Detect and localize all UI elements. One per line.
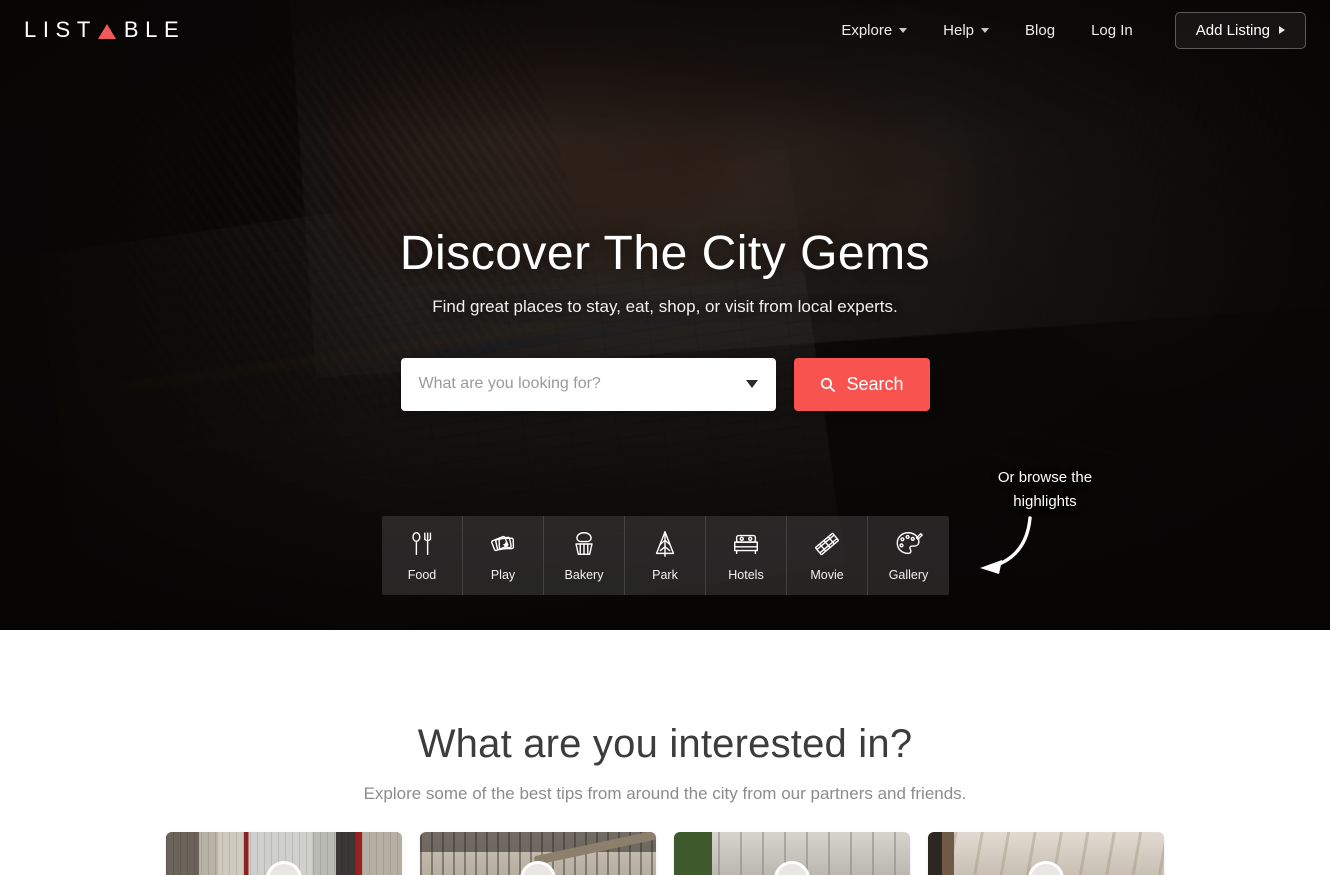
category-tile-park[interactable]: Park: [625, 516, 706, 595]
logo-text-part-2: BLE: [123, 17, 186, 42]
category-label: Gallery: [888, 568, 929, 582]
category-label: Play: [490, 568, 516, 582]
film-strip-icon: [815, 532, 839, 556]
bed-icon: [734, 534, 758, 555]
hero-title: Discover The City Gems: [399, 227, 931, 280]
interest-cards: [166, 832, 1164, 875]
chevron-down-icon: [899, 27, 908, 33]
category-tile-gallery[interactable]: Gallery: [868, 516, 949, 595]
interest-card[interactable]: [928, 832, 1164, 875]
category-tile-hotels[interactable]: Hotels: [706, 516, 787, 595]
add-listing-label: Add Listing: [1195, 21, 1270, 39]
palette-icon: [896, 532, 923, 555]
nav-item-label: Explore: [841, 21, 893, 39]
nav-links: Explore Help Blog Log In Add Listing: [823, 11, 1306, 49]
hero-search-row: What are you looking for? Search: [400, 357, 930, 411]
add-listing-button[interactable]: Add Listing: [1174, 11, 1306, 49]
nav-item-login[interactable]: Log In: [1073, 22, 1151, 39]
curved-arrow-left-icon: [980, 516, 1032, 574]
category-tiles: Food Play Bakery Park Hotels Movie Galle…: [382, 516, 949, 595]
category-tile-play[interactable]: Play: [463, 516, 544, 595]
category-tile-movie[interactable]: Movie: [787, 516, 868, 595]
category-tile-food[interactable]: Food: [382, 516, 463, 595]
category-tile-bakery[interactable]: Bakery: [544, 516, 625, 595]
search-input-placeholder[interactable]: What are you looking for?: [419, 375, 746, 393]
search-icon: [821, 377, 836, 392]
chevron-down-icon[interactable]: [745, 380, 758, 389]
hero-subtitle: Find great places to stay, eat, shop, or…: [432, 296, 898, 316]
section-title: What are you interested in?: [417, 722, 913, 766]
top-navigation-bar: LIST BLE Explore Help Blog Log In Add Li…: [0, 0, 1330, 60]
arrow-right-icon: [1279, 26, 1285, 34]
browse-hint-line-1: Or browse the: [997, 469, 1093, 486]
tree-icon: [655, 531, 675, 557]
nav-item-label: Log In: [1091, 21, 1133, 39]
nav-item-label: Blog: [1025, 21, 1056, 39]
search-button[interactable]: Search: [793, 357, 930, 411]
interest-card[interactable]: [674, 832, 910, 875]
spoon-fork-icon: [412, 531, 432, 556]
section-subtitle: Explore some of the best tips from aroun…: [363, 784, 967, 803]
triangle-a-icon: [97, 23, 116, 39]
category-label: Bakery: [564, 568, 604, 582]
cards-icon: [491, 535, 515, 552]
nav-item-explore[interactable]: Explore: [823, 22, 925, 39]
category-label: Hotels: [728, 568, 764, 582]
browse-hint-line-2: highlights: [1013, 492, 1077, 510]
category-label: Park: [652, 568, 678, 582]
interests-section: What are you interested in? Explore some…: [0, 630, 1330, 875]
interest-card[interactable]: [166, 832, 402, 875]
cupcake-icon: [575, 532, 593, 556]
search-select-field[interactable]: What are you looking for?: [400, 357, 776, 411]
brand-logo[interactable]: LIST BLE: [24, 19, 185, 41]
nav-item-label: Help: [943, 21, 975, 39]
nav-item-blog[interactable]: Blog: [1007, 22, 1073, 39]
chevron-down-icon: [981, 27, 990, 33]
logo-text-part-1: LIST: [24, 17, 97, 42]
hero-section: LIST BLE Explore Help Blog Log In Add Li…: [0, 0, 1330, 630]
interest-card[interactable]: [420, 832, 656, 875]
browse-highlights-hint: Or browse the highlights: [985, 466, 1105, 513]
search-button-label: Search: [846, 373, 904, 394]
category-label: Food: [407, 568, 437, 582]
category-label: Movie: [810, 568, 844, 582]
nav-item-help[interactable]: Help: [925, 22, 1007, 39]
